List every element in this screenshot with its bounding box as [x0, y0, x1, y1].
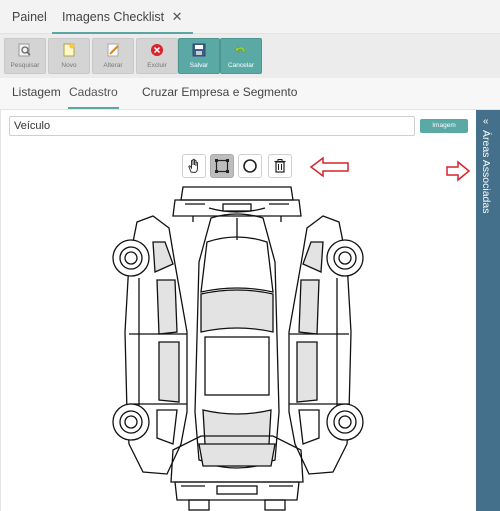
trash-tool-button[interactable] [268, 154, 292, 178]
hand-icon [188, 158, 198, 174]
cancel-icon [234, 43, 248, 57]
tab-painel[interactable]: Painel [12, 0, 47, 34]
cancel-button[interactable]: Cancelar [220, 38, 262, 74]
car-right-side-view [288, 215, 364, 475]
search-button[interactable]: Pesquisar [4, 38, 46, 74]
edit-icon [106, 43, 120, 57]
new-button[interactable]: Novo [48, 38, 90, 74]
collapse-chevron-icon[interactable]: « [483, 116, 489, 127]
left-arrow-icon [309, 156, 349, 178]
delete-icon [150, 43, 164, 57]
associated-areas-panel[interactable]: « Áreas Associadas [476, 110, 500, 511]
save-icon [192, 43, 206, 57]
cancel-button-label: Cancelar [227, 62, 254, 69]
circle-icon [243, 159, 257, 173]
tab-painel-label: Painel [12, 10, 47, 24]
new-doc-icon [62, 43, 76, 57]
tab-cruzar-empresa-segmento[interactable]: Cruzar Empresa e Segmento [142, 78, 297, 109]
save-button-label: Salvar [189, 62, 209, 69]
tab-cruzar-label: Cruzar Empresa e Segmento [142, 85, 298, 99]
cadastro-content: Veículo Imagem [0, 110, 476, 511]
sub-tabs: Listagem Cadastro Cruzar Empresa e Segme… [0, 78, 500, 110]
rectangle-select-icon [215, 159, 229, 173]
toolbar: Pesquisar Novo Alterar Excluir Salvar Ca… [0, 34, 500, 78]
right-arrow-icon [446, 160, 471, 182]
car-left-side-view [112, 215, 188, 475]
edit-button[interactable]: Alterar [92, 38, 134, 74]
delete-button[interactable]: Excluir [136, 38, 178, 74]
car-top-view [194, 213, 280, 469]
tab-imagens-checklist[interactable]: Imagens Checklist ✕ [52, 0, 193, 34]
tab-listagem[interactable]: Listagem [12, 78, 61, 109]
rectangle-select-tool-button[interactable] [210, 154, 234, 178]
tab-cadastro[interactable]: Cadastro [68, 78, 119, 109]
search-icon [18, 43, 32, 57]
car-front-view [170, 435, 304, 511]
save-button[interactable]: Salvar [178, 38, 220, 74]
vehicle-input-value: Veículo [14, 120, 51, 132]
search-button-label: Pesquisar [10, 62, 40, 69]
top-tab-bar: Painel Imagens Checklist ✕ [0, 0, 500, 34]
edit-button-label: Alterar [103, 62, 123, 69]
image-button[interactable]: Imagem [420, 119, 468, 133]
circle-tool-button[interactable] [238, 154, 262, 178]
hand-tool-button[interactable] [182, 154, 206, 178]
tab-cadastro-label: Cadastro [69, 85, 118, 99]
tab-imagens-checklist-label: Imagens Checklist [62, 10, 165, 24]
close-tab-icon[interactable]: ✕ [172, 9, 183, 24]
vehicle-input[interactable]: Veículo [9, 116, 415, 136]
car-rear-view [172, 186, 302, 222]
trash-icon [274, 159, 286, 173]
tab-listagem-label: Listagem [12, 85, 61, 99]
vehicle-diagram[interactable] [109, 182, 367, 511]
new-button-label: Novo [61, 62, 77, 69]
associated-areas-label: Áreas Associadas [480, 130, 492, 214]
image-button-label: Imagem [432, 122, 456, 129]
delete-button-label: Excluir [147, 62, 167, 69]
